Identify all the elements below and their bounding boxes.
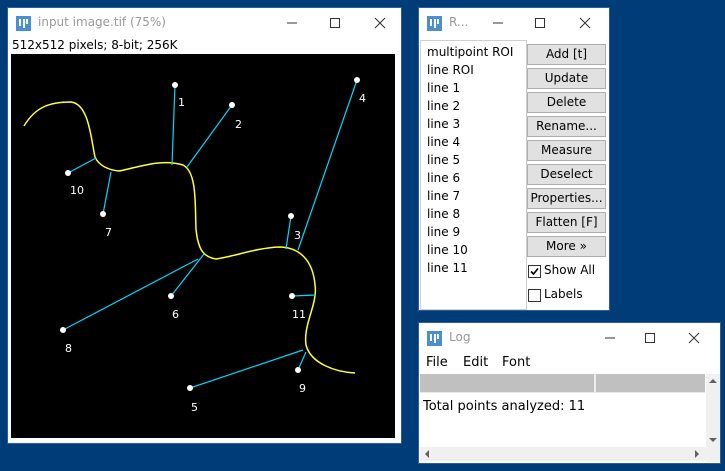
imagej-icon bbox=[427, 331, 442, 346]
canvas-overlay: 1 2 3 4 5 6 7 8 9 10 11 bbox=[23, 77, 366, 414]
scroll-up-arrow-icon[interactable] bbox=[709, 377, 717, 385]
close-icon[interactable] bbox=[685, 329, 703, 347]
add-button[interactable]: Add [t] bbox=[527, 44, 606, 65]
imagej-icon bbox=[16, 16, 31, 31]
roi-manager-title: R... bbox=[449, 15, 469, 29]
log-window[interactable]: Log File Edit Font Total points analyzed… bbox=[419, 323, 720, 463]
log-text: Total points analyzed: 11 bbox=[423, 399, 586, 414]
log-column-header[interactable] bbox=[420, 374, 705, 393]
minimize-icon[interactable] bbox=[489, 14, 507, 32]
deselect-button[interactable]: Deselect bbox=[527, 164, 606, 185]
list-item[interactable]: line 2 bbox=[427, 99, 460, 113]
scroll-right-arrow-icon[interactable] bbox=[693, 450, 701, 458]
list-item[interactable]: line 9 bbox=[427, 225, 460, 239]
vertical-scrollbar[interactable] bbox=[706, 374, 720, 462]
minimize-icon[interactable] bbox=[283, 14, 301, 32]
flatten-button[interactable]: Flatten [F] bbox=[527, 212, 606, 233]
list-item[interactable]: line 7 bbox=[427, 189, 460, 203]
delete-button[interactable]: Delete bbox=[527, 92, 606, 113]
point-label-2: 2 bbox=[235, 118, 242, 131]
minimize-icon[interactable] bbox=[601, 329, 619, 347]
list-item[interactable]: multipoint ROI bbox=[427, 45, 513, 59]
properties-button[interactable]: Properties... bbox=[527, 188, 606, 209]
scroll-down-arrow-icon[interactable] bbox=[709, 436, 717, 444]
list-item[interactable]: line 6 bbox=[427, 171, 460, 185]
close-icon[interactable] bbox=[371, 14, 389, 32]
skeleton-path bbox=[23, 101, 356, 374]
list-item[interactable]: line ROI bbox=[427, 63, 474, 77]
show-all-box[interactable] bbox=[528, 265, 541, 278]
list-item[interactable]: line 11 bbox=[427, 261, 468, 275]
update-button[interactable]: Update bbox=[527, 68, 606, 89]
list-item[interactable]: line 3 bbox=[427, 117, 460, 131]
column-divider[interactable] bbox=[594, 374, 596, 392]
roi-manager-titlebar[interactable]: R... bbox=[419, 8, 609, 38]
maximize-icon[interactable] bbox=[641, 329, 659, 347]
more-button[interactable]: More » bbox=[527, 236, 606, 257]
checkmark-icon bbox=[530, 267, 539, 276]
list-item[interactable]: line 1 bbox=[427, 81, 460, 95]
log-titlebar[interactable]: Log bbox=[419, 323, 720, 353]
point-label-9: 9 bbox=[299, 382, 306, 395]
maximize-icon[interactable] bbox=[531, 14, 549, 32]
point-label-8: 8 bbox=[65, 342, 72, 355]
point-label-4: 4 bbox=[359, 92, 366, 105]
labels-label: Labels bbox=[544, 287, 583, 301]
point-label-6: 6 bbox=[172, 308, 179, 321]
menu-font[interactable]: Font bbox=[502, 355, 530, 370]
list-item[interactable]: line 5 bbox=[427, 153, 460, 167]
menu-edit[interactable]: Edit bbox=[463, 355, 488, 370]
point-label-3: 3 bbox=[294, 229, 301, 242]
measure-button[interactable]: Measure bbox=[527, 140, 606, 161]
point-label-10: 10 bbox=[70, 184, 84, 197]
point-label-7: 7 bbox=[105, 226, 112, 239]
list-item[interactable]: line 8 bbox=[427, 207, 460, 221]
close-icon[interactable] bbox=[576, 14, 594, 32]
image-window-titlebar[interactable]: input image.tif (75%) bbox=[8, 8, 401, 38]
image-info: 512x512 pixels; 8-bit; 256K bbox=[12, 38, 178, 52]
list-item[interactable]: line 10 bbox=[427, 243, 468, 257]
imagej-icon bbox=[427, 16, 442, 31]
image-canvas[interactable]: 1 2 3 4 5 6 7 8 9 10 11 bbox=[11, 54, 395, 438]
show-all-label: Show All bbox=[544, 263, 596, 277]
labels-box[interactable] bbox=[528, 289, 541, 302]
point-labels: 1 2 3 4 5 6 7 8 9 10 11 bbox=[65, 92, 366, 414]
roi-manager-window[interactable]: R... multipoint ROI line ROI line 1 line… bbox=[419, 8, 609, 310]
rename-button[interactable]: Rename... bbox=[527, 116, 606, 137]
menu-file[interactable]: File bbox=[426, 355, 448, 370]
log-menubar: File Edit Font bbox=[419, 353, 720, 373]
list-item[interactable]: line 4 bbox=[427, 135, 460, 149]
roi-list[interactable]: multipoint ROI line ROI line 1 line 2 li… bbox=[420, 40, 527, 310]
scroll-left-arrow-icon[interactable] bbox=[423, 450, 431, 458]
image-window-title: input image.tif (75%) bbox=[38, 15, 166, 29]
point-label-1: 1 bbox=[178, 96, 185, 109]
point-label-5: 5 bbox=[191, 401, 198, 414]
point-label-11: 11 bbox=[292, 308, 306, 321]
maximize-icon[interactable] bbox=[326, 14, 344, 32]
horizontal-scrollbar[interactable] bbox=[420, 447, 706, 461]
image-window[interactable]: input image.tif (75%) 512x512 pixels; 8-… bbox=[8, 8, 401, 443]
log-title: Log bbox=[449, 330, 471, 344]
